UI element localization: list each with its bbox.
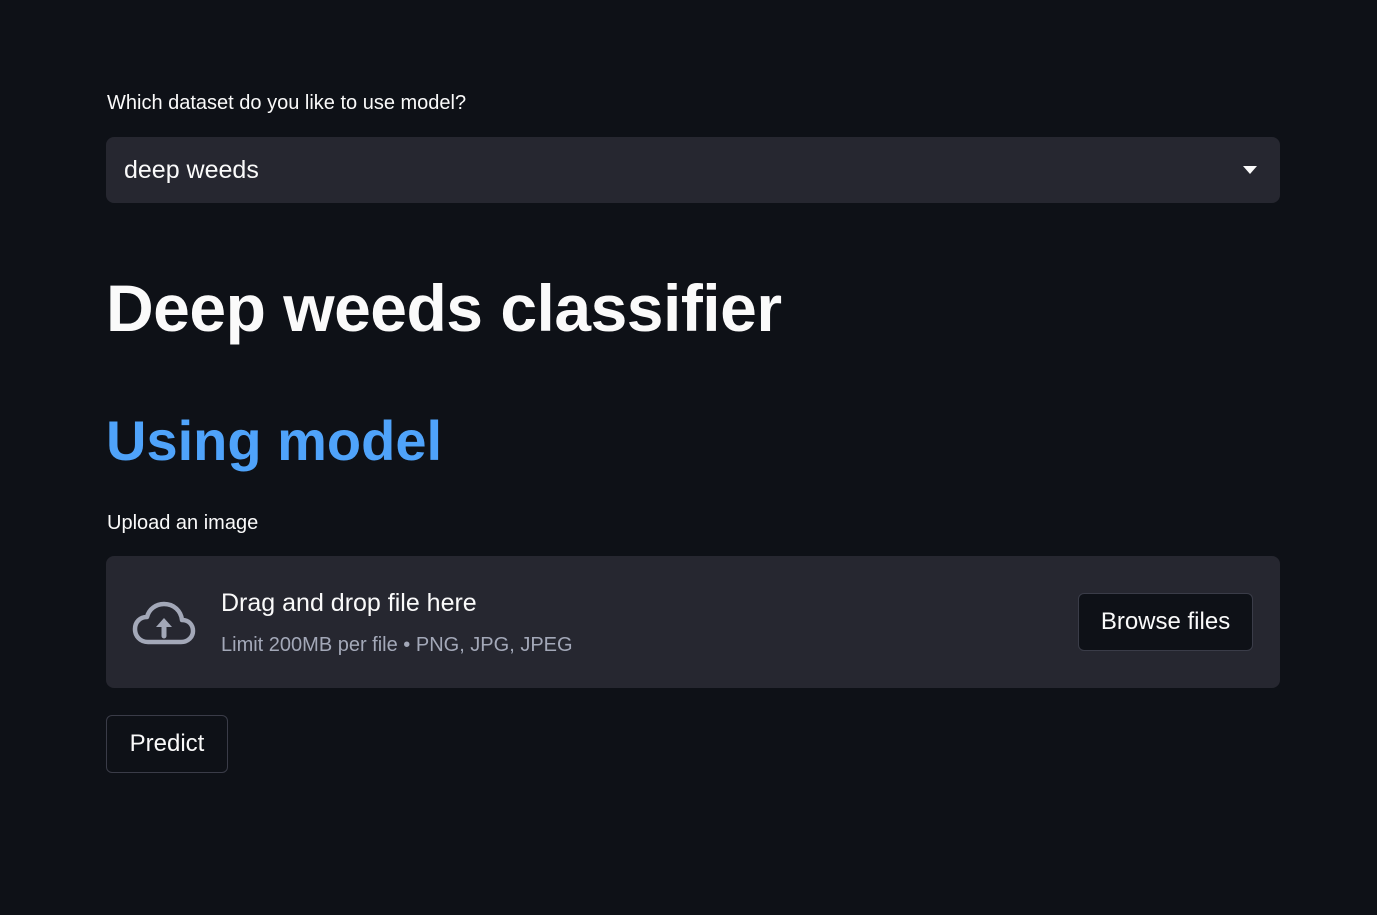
caret-down-icon	[1243, 166, 1257, 174]
cloud-upload-icon	[132, 601, 196, 645]
predict-button[interactable]: Predict	[106, 715, 228, 773]
dataset-select[interactable]: deep weeds	[106, 137, 1280, 203]
file-dropzone[interactable]: Drag and drop file here Limit 200MB per …	[106, 556, 1280, 688]
upload-label: Upload an image	[107, 512, 259, 534]
section-title: Using model	[106, 409, 443, 472]
dataset-select-label: Which dataset do you like to use model?	[107, 92, 467, 114]
dropzone-title: Drag and drop file here	[221, 589, 477, 617]
page-title: Deep weeds classifier	[106, 271, 782, 345]
browse-files-button[interactable]: Browse files	[1078, 593, 1253, 651]
dropzone-limits: Limit 200MB per file • PNG, JPG, JPEG	[221, 634, 573, 656]
dataset-select-value: deep weeds	[124, 156, 259, 184]
